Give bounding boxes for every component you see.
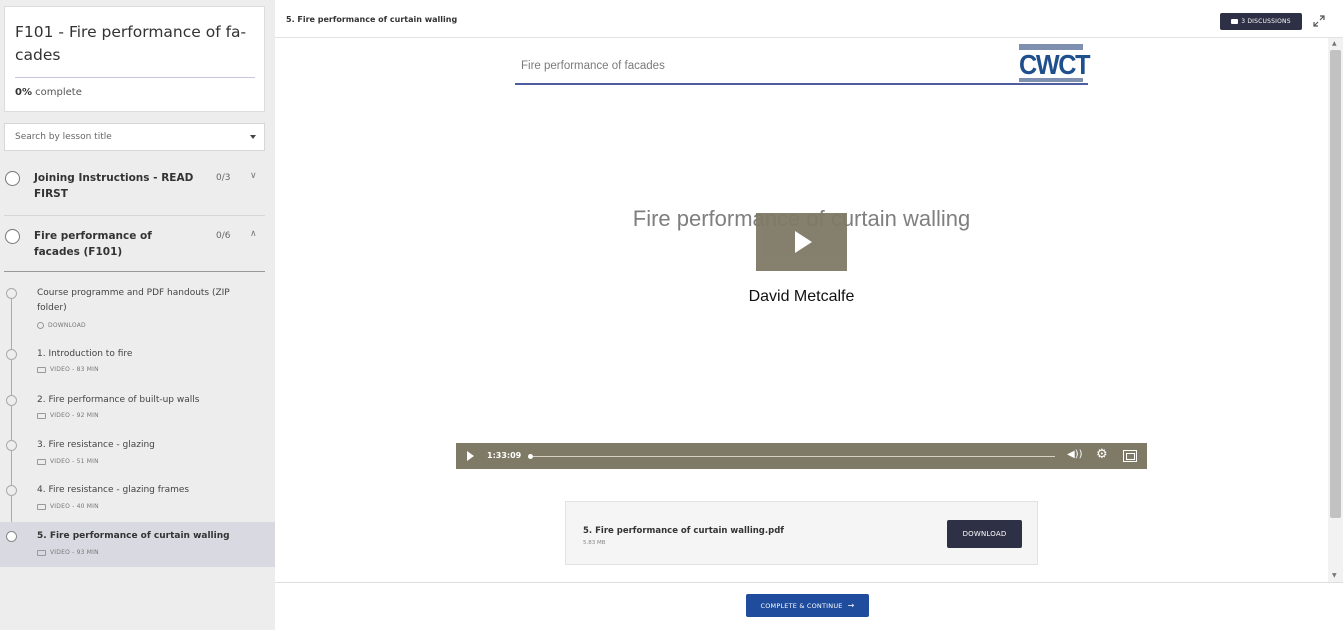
video-icon bbox=[37, 503, 46, 510]
video-icon bbox=[37, 549, 46, 556]
lesson-meta-text: VIDEO - 40 MIN bbox=[50, 503, 99, 510]
lesson-title: 5. Fire performance of curtain walling bbox=[37, 531, 230, 541]
lesson-footer: COMPLETE & CONTINUE → bbox=[275, 582, 1343, 630]
lesson-main: 5. Fire performance of curtain walling 3… bbox=[275, 0, 1343, 630]
lesson-status-circle-icon bbox=[6, 395, 17, 406]
video-progress-handle[interactable] bbox=[528, 454, 533, 459]
course-divider bbox=[15, 77, 255, 78]
chat-icon bbox=[1231, 19, 1239, 24]
lesson-title: 4. Fire resistance - glazing frames bbox=[37, 485, 190, 495]
discussions-label: 3 DISCUSSIONS bbox=[1241, 18, 1291, 25]
section-fire-performance-of-facades[interactable]: Fire performance of facades (F101) 0/6 ∧ bbox=[0, 216, 275, 271]
course-progress: 0% complete bbox=[15, 87, 82, 98]
lesson-meta-text: VIDEO - 51 MIN bbox=[50, 458, 99, 465]
course-card: F101 - Fire performance of fa-cades 0% c… bbox=[4, 6, 265, 112]
arrow-right-icon: → bbox=[847, 601, 855, 610]
lesson-item[interactable]: 1. Introduction to fire VIDEO - 83 MIN bbox=[0, 341, 275, 385]
section-status-circle-icon bbox=[5, 171, 20, 186]
lesson-status-circle-icon bbox=[6, 485, 17, 496]
scroll-up-icon[interactable]: ▲ bbox=[1332, 40, 1337, 47]
cwct-logo: CWCT bbox=[1019, 44, 1091, 82]
volume-icon[interactable]: ◀)) bbox=[1067, 449, 1083, 460]
complete-and-continue-button[interactable]: COMPLETE & CONTINUE → bbox=[746, 594, 869, 617]
fullscreen-icon[interactable] bbox=[1123, 450, 1137, 462]
video-icon bbox=[37, 366, 46, 373]
play-icon[interactable] bbox=[467, 451, 474, 461]
lesson-item[interactable]: 2. Fire performance of built-up walls VI… bbox=[0, 387, 275, 431]
lesson-meta: VIDEO - 51 MIN bbox=[37, 458, 99, 465]
lesson-item[interactable]: Course programme and PDF handouts (ZIP f… bbox=[0, 281, 275, 337]
settings-gear-icon[interactable]: ⚙ bbox=[1096, 448, 1108, 462]
discussions-button[interactable]: 3 DISCUSSIONS bbox=[1220, 13, 1302, 30]
logo-text: CWCT bbox=[1019, 49, 1091, 80]
lesson-search-input[interactable] bbox=[5, 124, 235, 150]
section-progress-count: 0/3 bbox=[216, 173, 231, 183]
section-title: Fire performance of facades (F101) bbox=[34, 230, 152, 258]
lesson-title: 1. Introduction to fire bbox=[37, 349, 133, 359]
lesson-status-circle-icon bbox=[6, 288, 17, 299]
chevron-up-icon[interactable]: ∧ bbox=[250, 229, 257, 239]
lesson-title: 2. Fire performance of built-up walls bbox=[37, 395, 200, 405]
download-button[interactable]: DOWNLOAD bbox=[947, 520, 1022, 548]
lesson-meta: VIDEO - 83 MIN bbox=[37, 366, 99, 373]
chevron-down-icon[interactable]: ∨ bbox=[250, 171, 257, 181]
lesson-meta: VIDEO - 92 MIN bbox=[37, 412, 99, 419]
lesson-header: 5. Fire performance of curtain walling 3… bbox=[275, 0, 1343, 38]
caret-down-icon[interactable] bbox=[250, 135, 256, 139]
lesson-meta-text: DOWNLOAD bbox=[48, 322, 86, 329]
section-title: Joining Instructions - READ FIRST bbox=[34, 172, 194, 200]
slide-rule bbox=[515, 83, 1088, 85]
progress-label: complete bbox=[31, 87, 82, 98]
lesson-item[interactable]: 3. Fire resistance - glazing VIDEO - 51 … bbox=[0, 432, 275, 476]
scroll-down-icon[interactable]: ▼ bbox=[1332, 572, 1337, 579]
progress-percent: 0% bbox=[15, 87, 32, 98]
attachment-file-name: 5. Fire performance of curtain walling.p… bbox=[583, 526, 784, 536]
slide-header-text: Fire performance of facades bbox=[521, 60, 665, 72]
lesson-status-circle-icon bbox=[6, 349, 17, 360]
lesson-title: 3. Fire resistance - glazing bbox=[37, 440, 155, 450]
section-divider bbox=[4, 271, 265, 272]
lesson-status-circle-icon bbox=[6, 531, 17, 542]
lesson-content: Fire performance of facades CWCT Fire pe… bbox=[275, 38, 1328, 582]
scrollbar-thumb[interactable] bbox=[1330, 50, 1341, 518]
video-progress-track[interactable] bbox=[530, 456, 1055, 457]
lesson-meta: VIDEO - 93 MIN bbox=[37, 549, 99, 556]
lesson-item-active[interactable]: 5. Fire performance of curtain walling V… bbox=[0, 522, 275, 567]
section-progress-count: 0/6 bbox=[216, 231, 231, 241]
play-icon bbox=[795, 231, 812, 253]
download-icon bbox=[37, 322, 44, 329]
lesson-header-title: 5. Fire performance of curtain walling bbox=[286, 15, 458, 24]
course-sidebar: F101 - Fire performance of fa-cades 0% c… bbox=[0, 0, 275, 630]
attachment-card: 5. Fire performance of curtain walling.p… bbox=[565, 501, 1038, 565]
lesson-item[interactable]: 4. Fire resistance - glazing frames VIDE… bbox=[0, 477, 275, 521]
lesson-meta-text: VIDEO - 92 MIN bbox=[50, 412, 99, 419]
lesson-status-circle-icon bbox=[6, 440, 17, 451]
complete-label: COMPLETE & CONTINUE bbox=[760, 601, 843, 610]
lesson-meta: DOWNLOAD bbox=[37, 322, 86, 329]
section-joining-instructions[interactable]: Joining Instructions - READ FIRST 0/3 ∨ bbox=[0, 160, 275, 215]
lesson-title: Course programme and PDF handouts (ZIP f… bbox=[37, 288, 230, 313]
lesson-meta-text: VIDEO - 83 MIN bbox=[50, 366, 99, 373]
video-icon bbox=[37, 412, 46, 419]
video-controls: 1:33:09 ◀)) ⚙ bbox=[456, 443, 1147, 469]
play-button[interactable] bbox=[756, 213, 847, 271]
video-icon bbox=[37, 458, 46, 465]
lesson-meta: VIDEO - 40 MIN bbox=[37, 503, 99, 510]
section-status-circle-icon bbox=[5, 229, 20, 244]
attachment-file-size: 5.83 MB bbox=[583, 540, 606, 546]
expand-icon[interactable] bbox=[1312, 14, 1326, 28]
video-time: 1:33:09 bbox=[487, 451, 522, 460]
lesson-meta-text: VIDEO - 93 MIN bbox=[50, 549, 99, 556]
slide-presenter: David Metcalfe bbox=[748, 288, 855, 305]
content-scrollbar[interactable]: ▲ ▼ bbox=[1328, 38, 1343, 582]
lesson-search[interactable] bbox=[4, 123, 265, 151]
logo-bar bbox=[1019, 78, 1083, 82]
course-title: F101 - Fire performance of fa-cades bbox=[15, 23, 247, 64]
